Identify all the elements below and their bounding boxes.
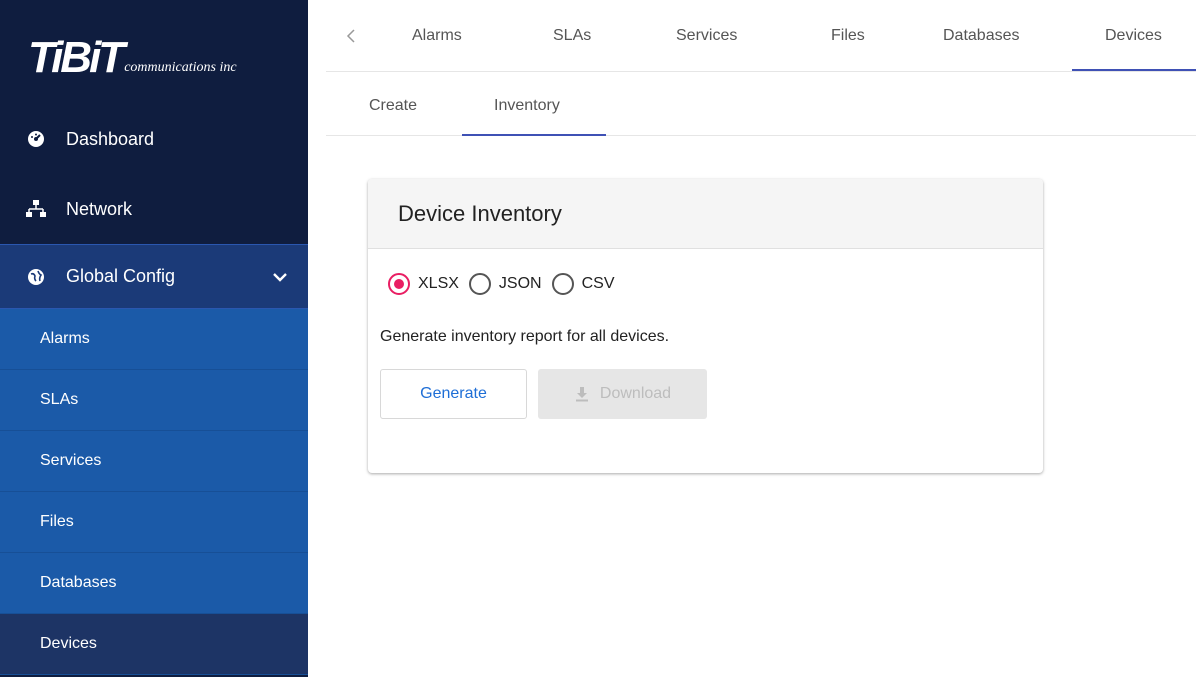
tab-databases[interactable]: Databases bbox=[943, 27, 1020, 45]
active-subtab-indicator bbox=[462, 134, 606, 136]
device-inventory-card: Device Inventory XLSX JSON CSV Generate … bbox=[368, 179, 1043, 473]
radio-csv-label: CSV bbox=[581, 275, 615, 292]
download-label: Download bbox=[599, 385, 672, 402]
sidebar-subitem-databases[interactable]: Databases bbox=[0, 553, 308, 614]
card-title: Device Inventory bbox=[368, 179, 1043, 249]
global-config-submenu: Alarms SLAs Services Files Databases Dev… bbox=[0, 309, 308, 675]
sidebar-item-label: Network bbox=[66, 198, 133, 219]
inventory-description: Generate inventory report for all device… bbox=[380, 328, 670, 345]
company-logo: TiBiT communications inc bbox=[28, 30, 237, 80]
chevron-down-icon[interactable] bbox=[272, 267, 288, 288]
download-icon bbox=[574, 386, 590, 402]
app: TiBiT communications inc Dashboard Netwo… bbox=[0, 0, 1196, 677]
radio-xlsx-label: XLSX bbox=[418, 275, 459, 292]
globe-icon bbox=[26, 267, 46, 287]
sidebar-subitem-alarms[interactable]: Alarms bbox=[0, 309, 308, 370]
sidebar-item-network[interactable]: Network bbox=[0, 177, 308, 241]
sub-tab-bar: Create Inventory bbox=[326, 72, 1196, 136]
chevron-left-icon[interactable] bbox=[346, 28, 356, 49]
sidebar-subitem-services[interactable]: Services bbox=[0, 431, 308, 492]
sidebar-subitem-devices[interactable]: Devices bbox=[0, 614, 308, 675]
sidebar-item-global-config[interactable]: Global Config bbox=[0, 244, 308, 309]
sidebar-item-label: Global Config bbox=[66, 266, 176, 286]
tab-slas[interactable]: SLAs bbox=[553, 27, 591, 45]
tab-inventory[interactable]: Inventory bbox=[494, 97, 560, 115]
tab-services[interactable]: Services bbox=[676, 27, 737, 45]
sidebar-item-label: Dashboard bbox=[66, 128, 155, 149]
tab-alarms[interactable]: Alarms bbox=[412, 27, 462, 45]
dashboard-icon bbox=[26, 129, 46, 149]
top-tab-bar: Alarms SLAs Services Files Databases Dev… bbox=[326, 0, 1196, 72]
format-radio-group: XLSX JSON CSV bbox=[388, 273, 625, 295]
logo-brand: TiBiT bbox=[28, 33, 125, 82]
generate-button[interactable]: Generate bbox=[380, 369, 527, 419]
tab-devices[interactable]: Devices bbox=[1105, 27, 1162, 45]
radio-xlsx[interactable] bbox=[388, 273, 410, 295]
tab-create[interactable]: Create bbox=[369, 97, 417, 115]
download-button[interactable]: Download bbox=[538, 369, 707, 419]
network-icon bbox=[26, 199, 46, 219]
sidebar: TiBiT communications inc Dashboard Netwo… bbox=[0, 0, 308, 677]
logo-subtitle: communications inc bbox=[124, 60, 237, 75]
sidebar-subitem-files[interactable]: Files bbox=[0, 492, 308, 553]
radio-json[interactable] bbox=[468, 273, 491, 295]
active-tab-indicator bbox=[1072, 69, 1196, 71]
radio-csv[interactable] bbox=[551, 273, 574, 295]
sidebar-subitem-slas[interactable]: SLAs bbox=[0, 370, 308, 431]
sidebar-item-dashboard[interactable]: Dashboard bbox=[0, 107, 308, 171]
tab-files[interactable]: Files bbox=[831, 27, 865, 45]
radio-json-label: JSON bbox=[498, 275, 542, 292]
